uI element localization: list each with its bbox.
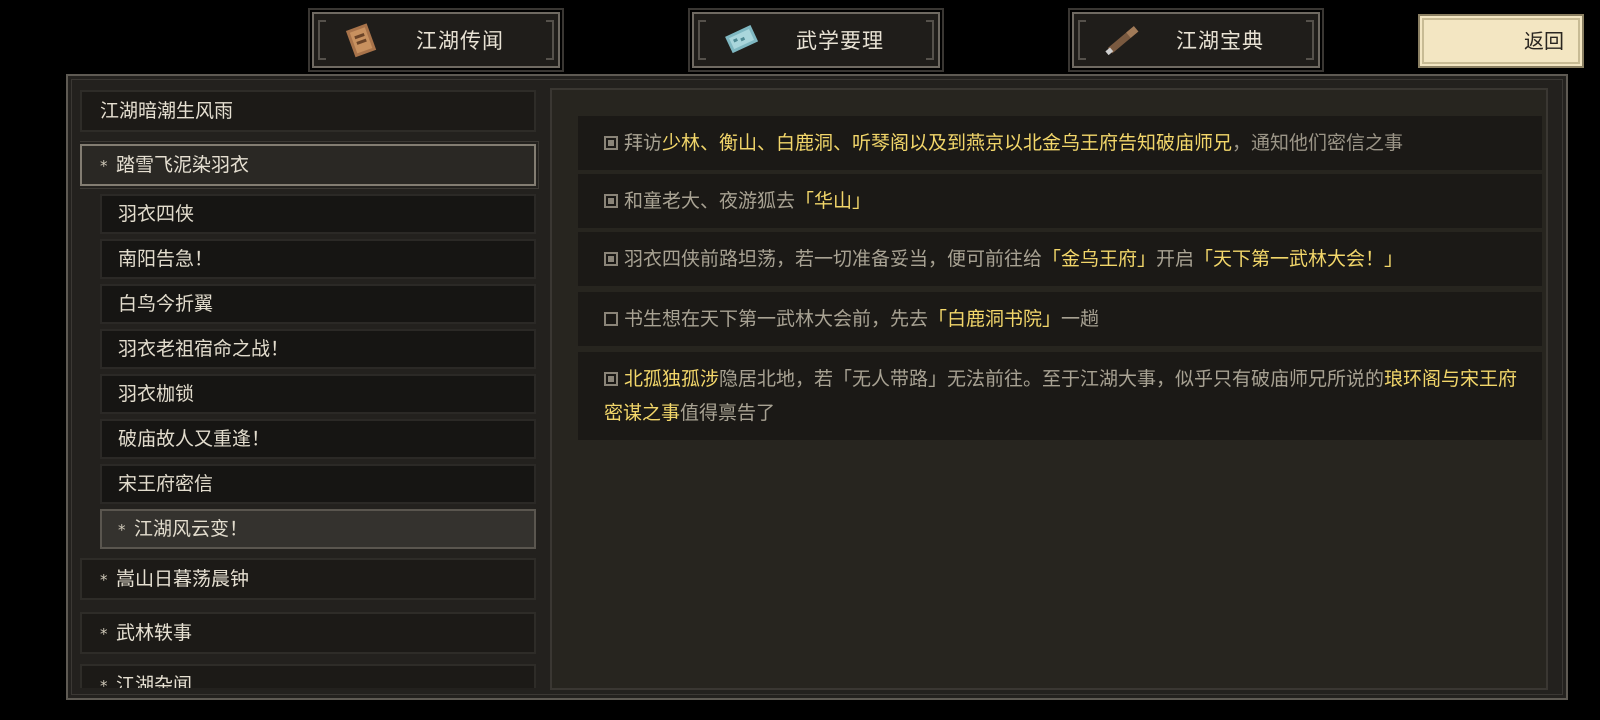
category-item-open[interactable]: * 踏雪飞泥染羽衣 xyxy=(80,141,539,189)
tab-martial-principles[interactable]: 武学要理 xyxy=(688,8,944,72)
quest-sub-item-active[interactable]: * 江湖风云变！ xyxy=(100,509,536,549)
quest-highlight: 「华山」 xyxy=(795,190,872,212)
sub-item-label: 白鸟今折翼 xyxy=(118,293,214,315)
checkbox-checked-icon xyxy=(604,372,618,386)
star-icon: * xyxy=(118,521,126,539)
category-item[interactable]: * 武林轶事 xyxy=(80,612,536,654)
quest-sub-item[interactable]: 南阳告急！ xyxy=(100,239,536,279)
quest-text: 值得禀告了 xyxy=(680,402,776,424)
sub-item-label: 宋王府密信 xyxy=(118,473,214,495)
quest-text: 隐居北地，若「无人带路」无法前往。至于江湖大事，似乎只有破庙师兄所说的 xyxy=(719,368,1385,390)
checkbox-checked-icon xyxy=(604,194,618,208)
tab-label: 江湖传闻 xyxy=(416,29,504,53)
category-item[interactable]: * 嵩山日暮荡晨钟 xyxy=(80,558,536,600)
quest-sub-item[interactable]: 白鸟今折翼 xyxy=(100,284,536,324)
back-button[interactable]: 返回 xyxy=(1418,14,1584,68)
quest-highlight: 「天下第一武林大会！」 xyxy=(1194,248,1404,270)
quest-text: 拜访 xyxy=(624,132,663,154)
category-item[interactable]: 江湖暗潮生风雨 xyxy=(80,90,536,132)
quest-text: 开启 xyxy=(1156,248,1195,270)
quest-text: 和童老大、夜游狐去 xyxy=(624,190,796,212)
quest-sub-item[interactable]: 羽衣四侠 xyxy=(100,194,536,234)
quest-sub-item[interactable]: 羽衣老祖宿命之战！ xyxy=(100,329,536,369)
tab-jianghu-rumors[interactable]: 江湖传闻 xyxy=(308,8,564,72)
sub-item-label: 江湖风云变！ xyxy=(134,518,249,540)
quest-entry: 北孤独孤涉隐居北地，若「无人带路」无法前往。至于江湖大事，似乎只有破庙师兄所说的… xyxy=(578,352,1542,440)
quest-sub-item[interactable]: 宋王府密信 xyxy=(100,464,536,504)
star-icon: * xyxy=(100,571,108,589)
quest-text: ，通知他们密信之事 xyxy=(1232,132,1404,154)
book-icon xyxy=(345,23,377,58)
quest-text: 书生想在天下第一武林大会前，先去 xyxy=(624,308,929,330)
quest-sub-item[interactable]: 破庙故人又重逢！ xyxy=(100,419,536,459)
sub-item-label: 羽衣老祖宿命之战！ xyxy=(118,338,290,360)
category-label: 江湖暗潮生风雨 xyxy=(100,100,234,122)
quest-highlight: 「金乌王府」 xyxy=(1042,248,1157,270)
checkbox-checked-icon xyxy=(604,136,618,150)
tab-label: 武学要理 xyxy=(796,29,884,53)
quest-highlight: 少林、衡山、白鹿洞、听琴阁以及到燕京以北金乌王府告知破庙师兄 xyxy=(662,132,1233,154)
quest-entry: 书生想在天下第一武林大会前，先去「白鹿洞书院」一趟 xyxy=(578,292,1542,346)
quest-log-frame: 江湖暗潮生风雨 * 踏雪飞泥染羽衣 羽衣四侠 南阳告急！ 白鸟今折翼 羽衣老祖宿命… xyxy=(66,74,1568,700)
quest-entry: 拜访少林、衡山、白鹿洞、听琴阁以及到燕京以北金乌王府告知破庙师兄，通知他们密信之… xyxy=(578,116,1542,170)
tab-label: 江湖宝典 xyxy=(1176,29,1264,53)
quest-entry: 和童老大、夜游狐去「华山」 xyxy=(578,174,1542,228)
category-label: 踏雪飞泥染羽衣 xyxy=(116,154,250,176)
scroll-icon xyxy=(725,25,759,54)
sub-item-label: 南阳告急！ xyxy=(118,248,214,270)
tab-jianghu-codex[interactable]: 江湖宝典 xyxy=(1068,8,1324,72)
star-icon: * xyxy=(100,157,108,175)
star-icon: * xyxy=(100,625,108,643)
checkbox-empty-icon xyxy=(604,312,618,326)
brush-icon xyxy=(1105,26,1139,56)
category-label: 江湖杂闻 xyxy=(116,674,193,688)
quest-text: 一趟 xyxy=(1061,308,1100,330)
quest-entry: 羽衣四侠前路坦荡，若一切准备妥当，便可前往给「金乌王府」开启「天下第一武林大会！… xyxy=(578,232,1542,286)
quest-highlight: 「白鹿洞书院」 xyxy=(928,308,1062,330)
checkbox-checked-icon xyxy=(604,252,618,266)
quest-text: 羽衣四侠前路坦荡，若一切准备妥当，便可前往给 xyxy=(624,248,1043,270)
quest-highlight: 北孤独孤涉 xyxy=(624,368,720,390)
sub-item-label: 破庙故人又重逢！ xyxy=(118,428,271,450)
sub-item-label: 羽衣四侠 xyxy=(118,203,195,225)
category-item[interactable]: * 江湖杂闻 xyxy=(80,664,536,688)
quest-detail-panel: 拜访少林、衡山、白鹿洞、听琴阁以及到燕京以北金乌王府告知破庙师兄，通知他们密信之… xyxy=(550,88,1548,690)
sub-item-label: 羽衣枷锁 xyxy=(118,383,195,405)
quest-category-list[interactable]: 江湖暗潮生风雨 * 踏雪飞泥染羽衣 羽衣四侠 南阳告急！ 白鸟今折翼 羽衣老祖宿命… xyxy=(80,88,540,688)
quest-sub-item[interactable]: 羽衣枷锁 xyxy=(100,374,536,414)
category-label: 嵩山日暮荡晨钟 xyxy=(116,568,250,590)
star-icon: * xyxy=(100,677,108,688)
category-label: 武林轶事 xyxy=(116,622,193,644)
